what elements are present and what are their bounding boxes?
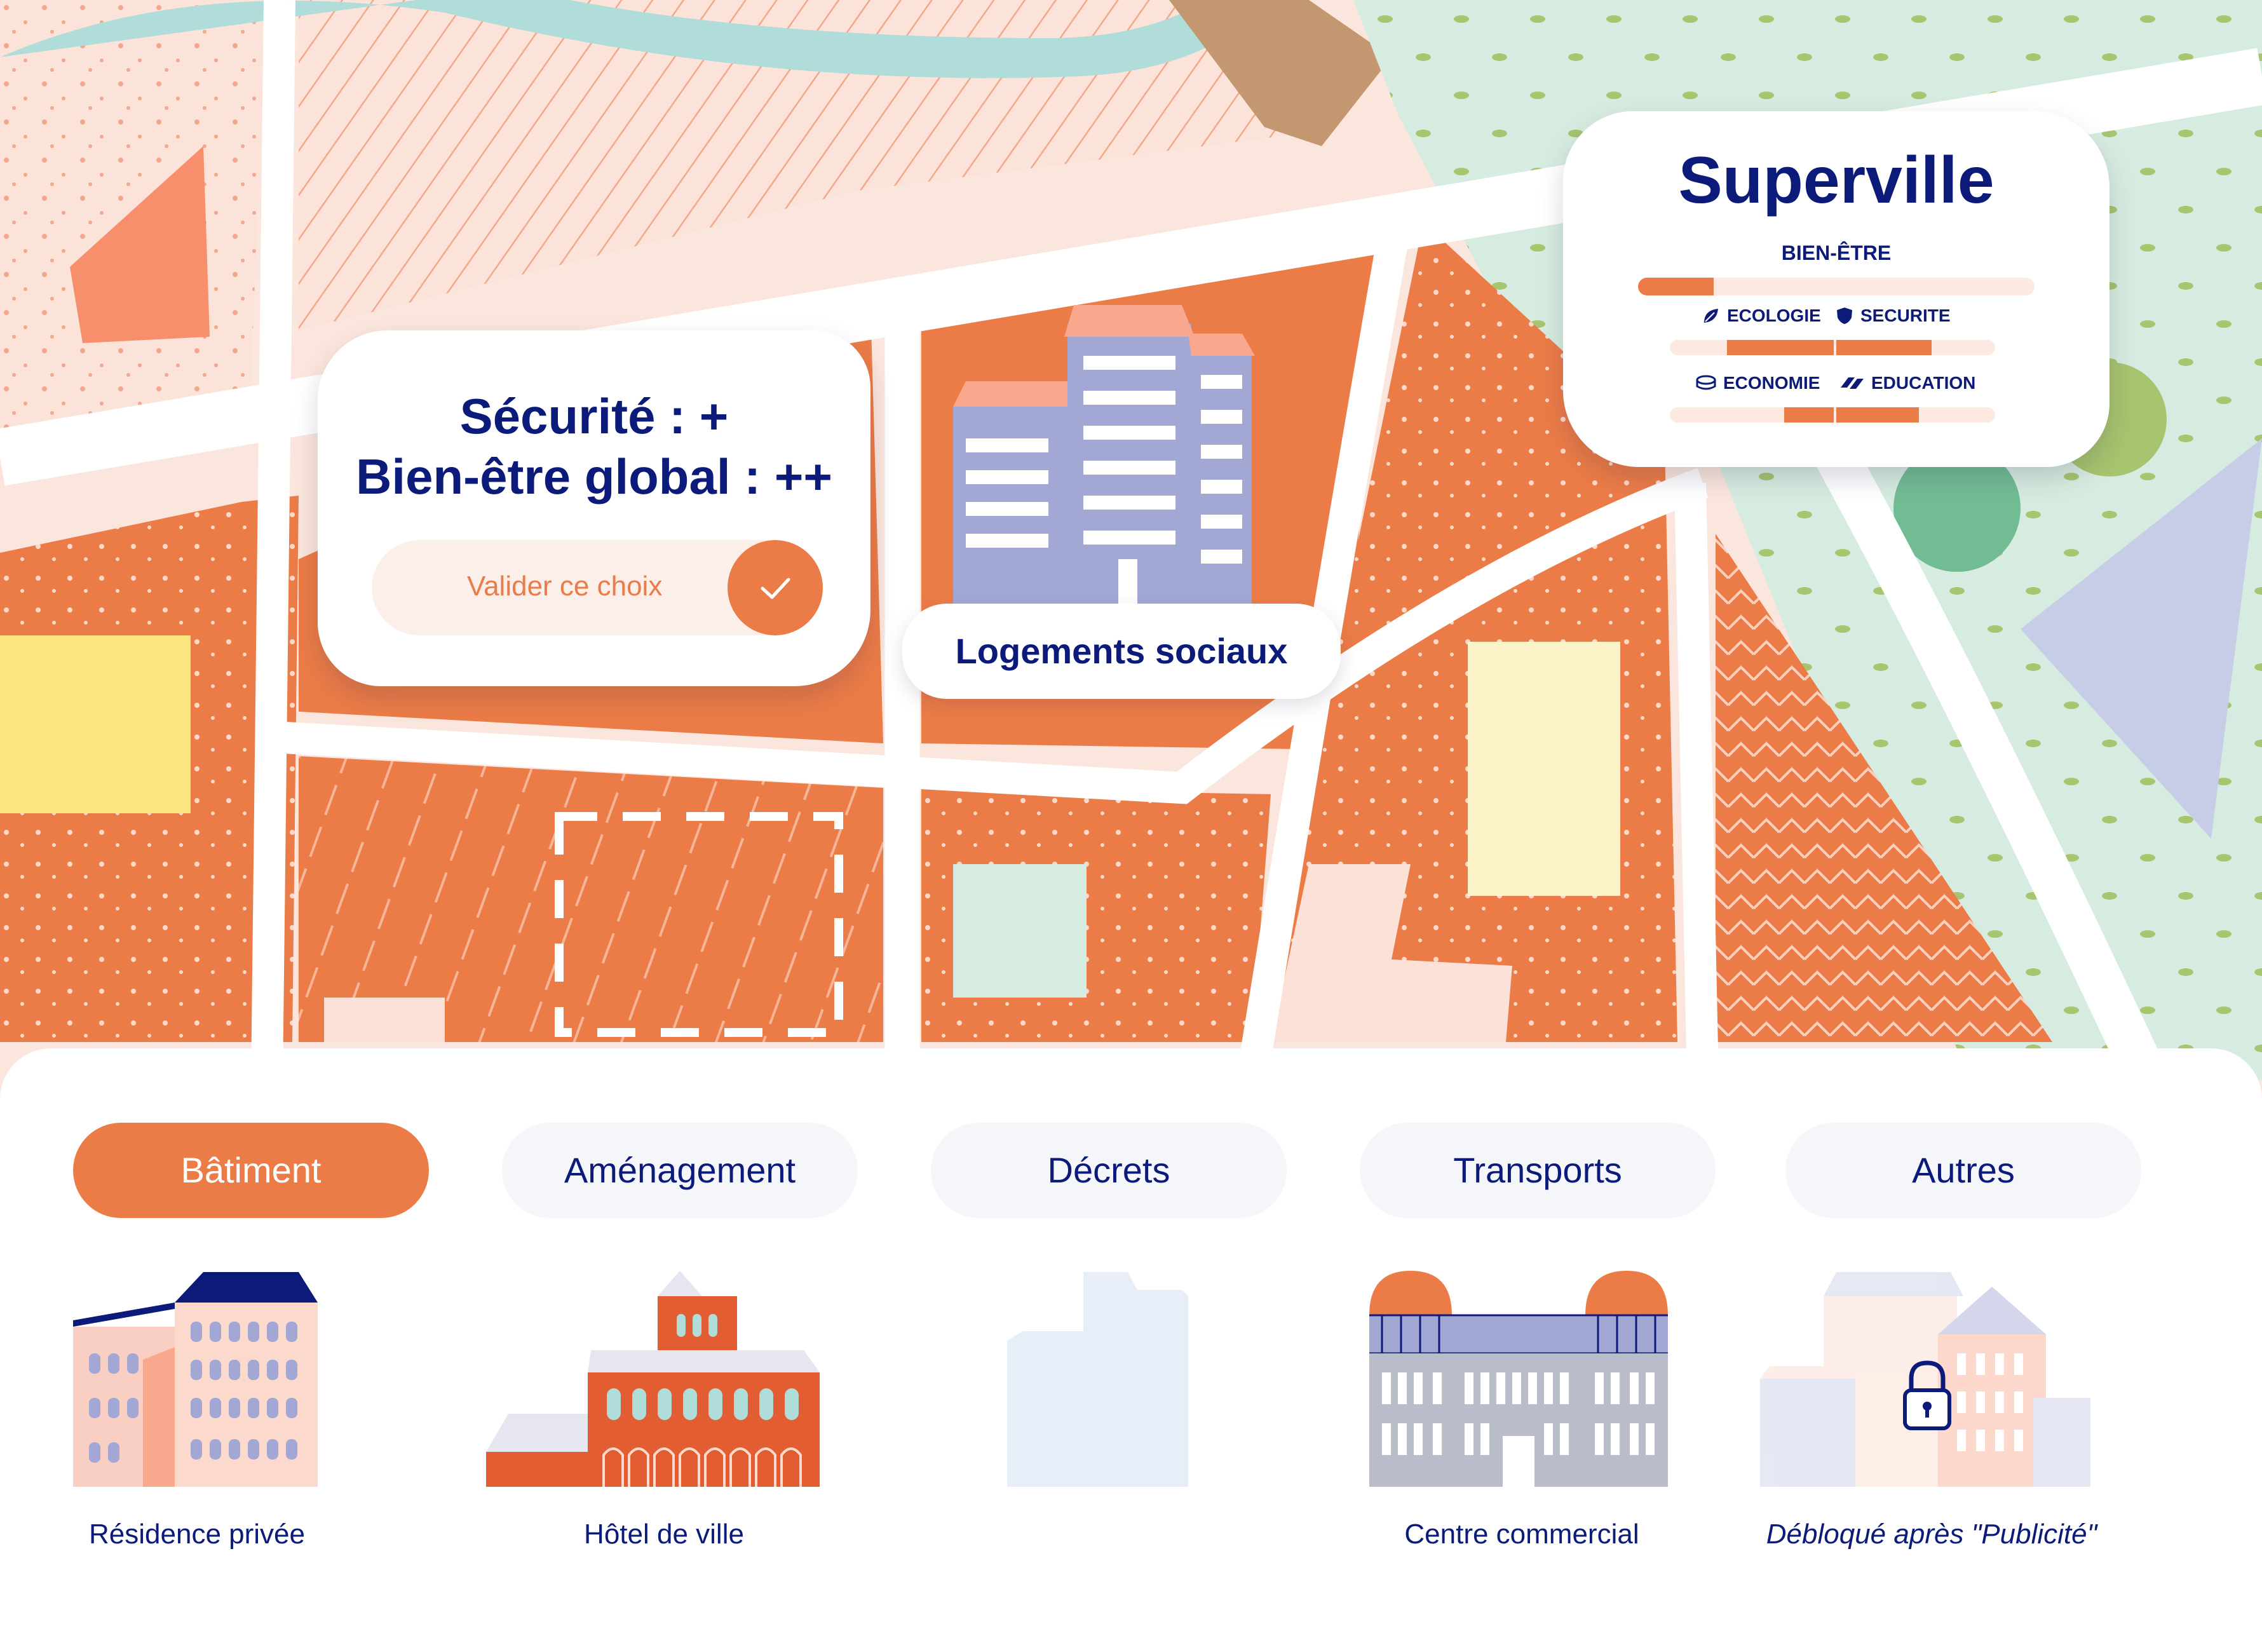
building-name-centre-commercial: Centre commercial bbox=[1404, 1519, 1639, 1550]
impact-wellbeing: Bien-être global : ++ bbox=[356, 449, 832, 504]
building-card-residence[interactable]: Résidence privée bbox=[6, 1271, 388, 1550]
validate-choice-label: Valider ce choix bbox=[467, 571, 663, 602]
stat-education: EDUCATION bbox=[1839, 373, 1975, 393]
shopping-center-illustration bbox=[1369, 1271, 1668, 1487]
building-name-locked: Débloqué après "Publicité" bbox=[1766, 1519, 2097, 1550]
tab-transports[interactable]: Transports bbox=[1360, 1123, 1716, 1218]
tab-batiment[interactable]: Bâtiment bbox=[73, 1123, 429, 1218]
stat-ecologie: ECOLOGIE bbox=[1702, 306, 1821, 326]
game-screen: Sécurité : + Bien-être global : ++ Valid… bbox=[0, 0, 2262, 1652]
building-card-locked[interactable]: Débloqué après "Publicité" bbox=[1741, 1271, 2122, 1550]
tab-autres[interactable]: Autres bbox=[1785, 1123, 2141, 1218]
building-name-hotel-de-ville: Hôtel de ville bbox=[584, 1519, 744, 1550]
city-stats-panel: Superville BIEN-ÊTRE ECOLOGIE SECURITE E… bbox=[1563, 111, 2110, 467]
check-icon[interactable] bbox=[728, 540, 823, 635]
ecology-bar-fill bbox=[1727, 340, 1834, 355]
selected-building-label: Logements sociaux bbox=[902, 604, 1341, 699]
impact-security: Sécurité : + bbox=[459, 388, 729, 444]
wellbeing-label: BIEN-ÊTRE bbox=[1781, 241, 1892, 264]
tab-amenagement[interactable]: Aménagement bbox=[502, 1123, 858, 1218]
building-card-hotel-de-ville[interactable]: Hôtel de ville bbox=[473, 1271, 855, 1550]
town-hall-illustration bbox=[486, 1271, 820, 1487]
building-card-placeholder[interactable] bbox=[918, 1271, 1299, 1538]
tab-decrets[interactable]: Décrets bbox=[931, 1123, 1287, 1218]
leaf-icon bbox=[1704, 309, 1718, 323]
books-icon bbox=[1841, 377, 1864, 389]
locked-building-illustration bbox=[1760, 1272, 2090, 1487]
security-bar-fill bbox=[1836, 340, 1932, 355]
placeholder-building-illustration bbox=[1007, 1272, 1188, 1487]
building-card-centre-commercial[interactable]: Centre commercial bbox=[1331, 1271, 1712, 1550]
ecology-security-bar bbox=[1670, 340, 1995, 355]
stat-economie: ECONOMIE bbox=[1695, 373, 1820, 393]
economy-education-bar bbox=[1670, 407, 1995, 423]
validate-choice-button[interactable]: Valider ce choix bbox=[372, 540, 823, 635]
building-name-residence: Résidence privée bbox=[89, 1519, 305, 1550]
coins-icon bbox=[1696, 375, 1716, 390]
building-name: Logements sociaux bbox=[955, 631, 1288, 671]
shield-icon bbox=[1837, 308, 1852, 324]
city-name: Superville bbox=[1678, 144, 1994, 217]
economy-bar-fill bbox=[1784, 407, 1834, 423]
construction-menu: Bâtiment Aménagement Décrets Transports … bbox=[0, 1048, 2262, 1652]
choice-impact-panel: Sécurité : + Bien-être global : ++ Valid… bbox=[318, 330, 870, 686]
stat-securite: SECURITE bbox=[1835, 306, 1951, 326]
education-bar-fill bbox=[1836, 407, 1919, 423]
wellbeing-bar-fill bbox=[1638, 278, 1714, 295]
wellbeing-bar bbox=[1638, 278, 2035, 295]
residence-illustration bbox=[73, 1272, 318, 1487]
